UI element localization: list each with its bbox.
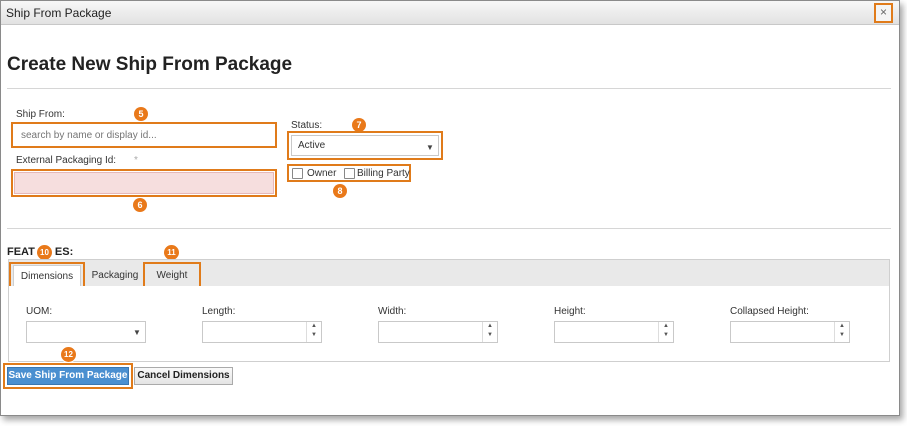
height-input[interactable]: ▲ ▼ [554, 321, 674, 343]
save-button[interactable]: Save Ship From Package [7, 367, 129, 385]
tab-weight[interactable]: Weight [147, 265, 197, 287]
uom-label: UOM: [26, 306, 53, 317]
billing-party-checkbox[interactable] [344, 168, 355, 179]
callout-8: 8 [333, 184, 347, 198]
dialog-titlebar: Ship From Package [1, 1, 899, 25]
callout-12: 12 [61, 347, 76, 362]
width-label: Width: [378, 306, 407, 317]
callout-6: 6 [133, 198, 147, 212]
owner-checkbox[interactable] [292, 168, 303, 179]
cancel-button[interactable]: Cancel Dimensions [134, 367, 233, 385]
tab-packaging[interactable]: Packaging [87, 265, 143, 287]
chevron-down-icon: ▼ [133, 328, 141, 337]
ship-from-input[interactable] [15, 125, 273, 145]
uom-select[interactable] [26, 321, 146, 343]
page-title: Create New Ship From Package [7, 54, 293, 75]
ship-from-label: Ship From: [16, 109, 65, 120]
height-label: Height: [554, 306, 586, 317]
owner-label: Owner [307, 168, 337, 179]
close-icon: × [879, 5, 887, 19]
external-packaging-id-label: External Packaging Id: [16, 155, 117, 166]
length-input[interactable]: ▲ ▼ [202, 321, 322, 343]
callout-10: 10 [37, 245, 52, 260]
status-label: Status: [291, 120, 323, 131]
divider [7, 88, 891, 89]
ship-from-package-dialog: Ship From Package × Create New Ship From… [0, 0, 900, 416]
callout-7: 7 [352, 118, 366, 132]
callout-5: 5 [134, 107, 148, 121]
tab-dimensions[interactable]: Dimensions [13, 265, 81, 287]
collapsed-height-label: Collapsed Height: [730, 306, 809, 317]
spinner-icon[interactable]: ▲ ▼ [658, 322, 673, 342]
divider [7, 228, 891, 229]
spinner-icon[interactable]: ▲ ▼ [306, 322, 321, 342]
chevron-down-icon: ▼ [426, 143, 434, 152]
close-button[interactable]: × [874, 3, 893, 23]
features-heading-end: ES: [54, 246, 74, 258]
required-marker: * [134, 155, 138, 166]
billing-party-label: Billing Party [357, 168, 410, 179]
features-heading-start: FEAT [7, 246, 35, 258]
spinner-icon[interactable]: ▲ ▼ [834, 322, 849, 342]
dialog-title: Ship From Package [6, 6, 112, 20]
external-packaging-id-input[interactable] [14, 172, 274, 194]
collapsed-height-input[interactable]: ▲ ▼ [730, 321, 850, 343]
spinner-icon[interactable]: ▲ ▼ [482, 322, 497, 342]
status-value: Active [298, 140, 326, 151]
width-input[interactable]: ▲ ▼ [378, 321, 498, 343]
length-label: Length: [202, 306, 236, 317]
callout-11: 11 [164, 245, 179, 260]
status-select[interactable]: Active [291, 135, 439, 156]
